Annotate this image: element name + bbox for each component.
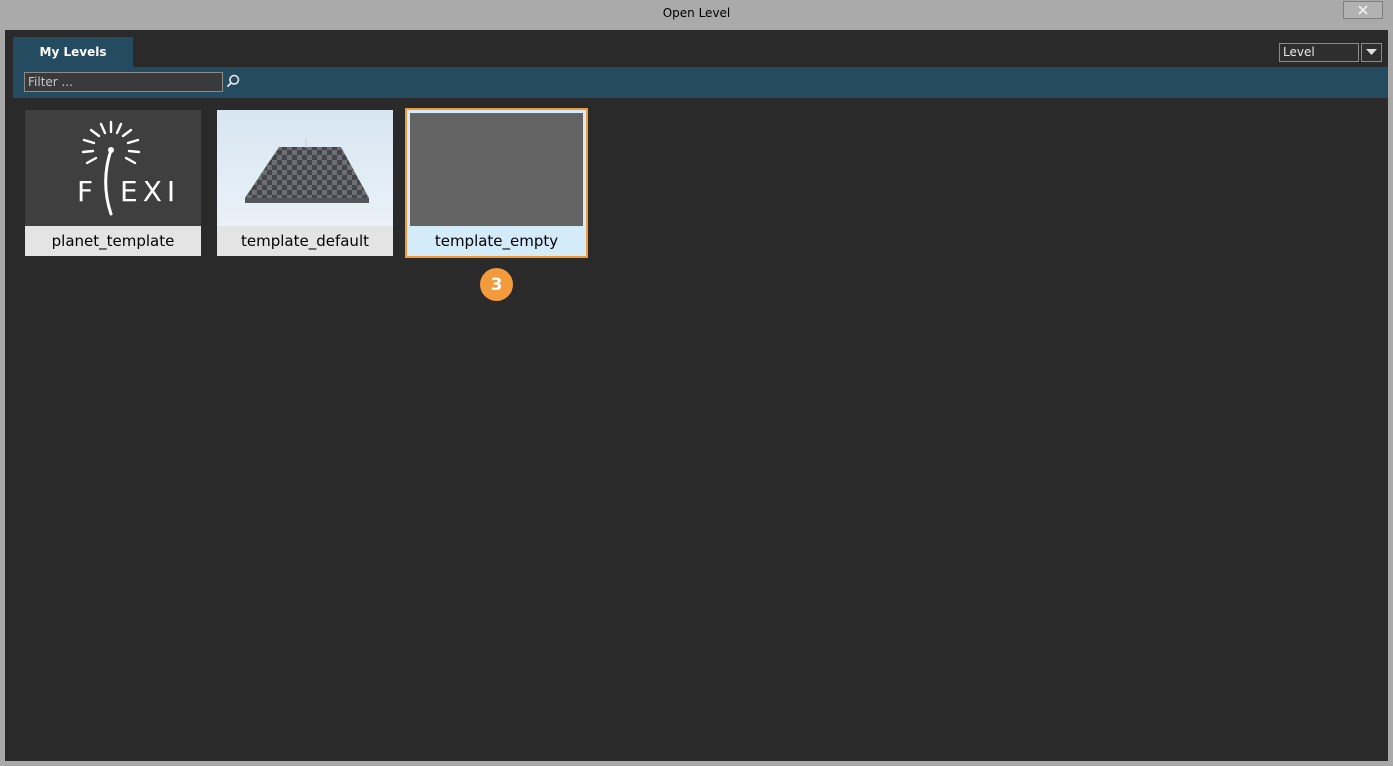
- flexi-logo-icon: F EXI: [77, 120, 180, 216]
- step-badge: 3: [480, 268, 513, 301]
- level-tile-template-empty[interactable]: template_empty: [405, 108, 588, 258]
- level-name: template_default: [241, 232, 369, 250]
- checker-plane-icon: [245, 138, 369, 203]
- tab-my-levels[interactable]: My Levels: [13, 37, 133, 67]
- chevron-down-icon: [1366, 49, 1377, 55]
- filter-bar: [13, 67, 1388, 98]
- sort-dropdown[interactable]: Level: [1279, 43, 1382, 62]
- level-thumbnail: [410, 113, 583, 226]
- svg-text:F: F: [77, 175, 93, 208]
- title-bar: Open Level: [0, 0, 1393, 29]
- sort-selected-value[interactable]: Level: [1279, 43, 1359, 62]
- level-thumbnail: F EXI: [25, 110, 201, 226]
- svg-text:EXI: EXI: [120, 175, 180, 208]
- sort-dropdown-toggle[interactable]: [1361, 43, 1382, 62]
- level-name: planet_template: [51, 232, 175, 250]
- level-tile-template-default[interactable]: template_default: [217, 110, 393, 256]
- close-icon: [1358, 5, 1368, 15]
- level-thumbnail: [217, 110, 393, 226]
- level-tile-planet-template[interactable]: F EXI planet_template: [25, 110, 201, 256]
- filter-input[interactable]: [24, 72, 223, 92]
- window-title: Open Level: [662, 6, 731, 20]
- close-button[interactable]: [1343, 1, 1383, 19]
- open-level-dialog: My Levels Level Filter ... F EXI planet_…: [5, 30, 1388, 761]
- search-button[interactable]: [225, 73, 241, 89]
- level-name: template_empty: [407, 226, 586, 256]
- search-icon: [226, 74, 240, 88]
